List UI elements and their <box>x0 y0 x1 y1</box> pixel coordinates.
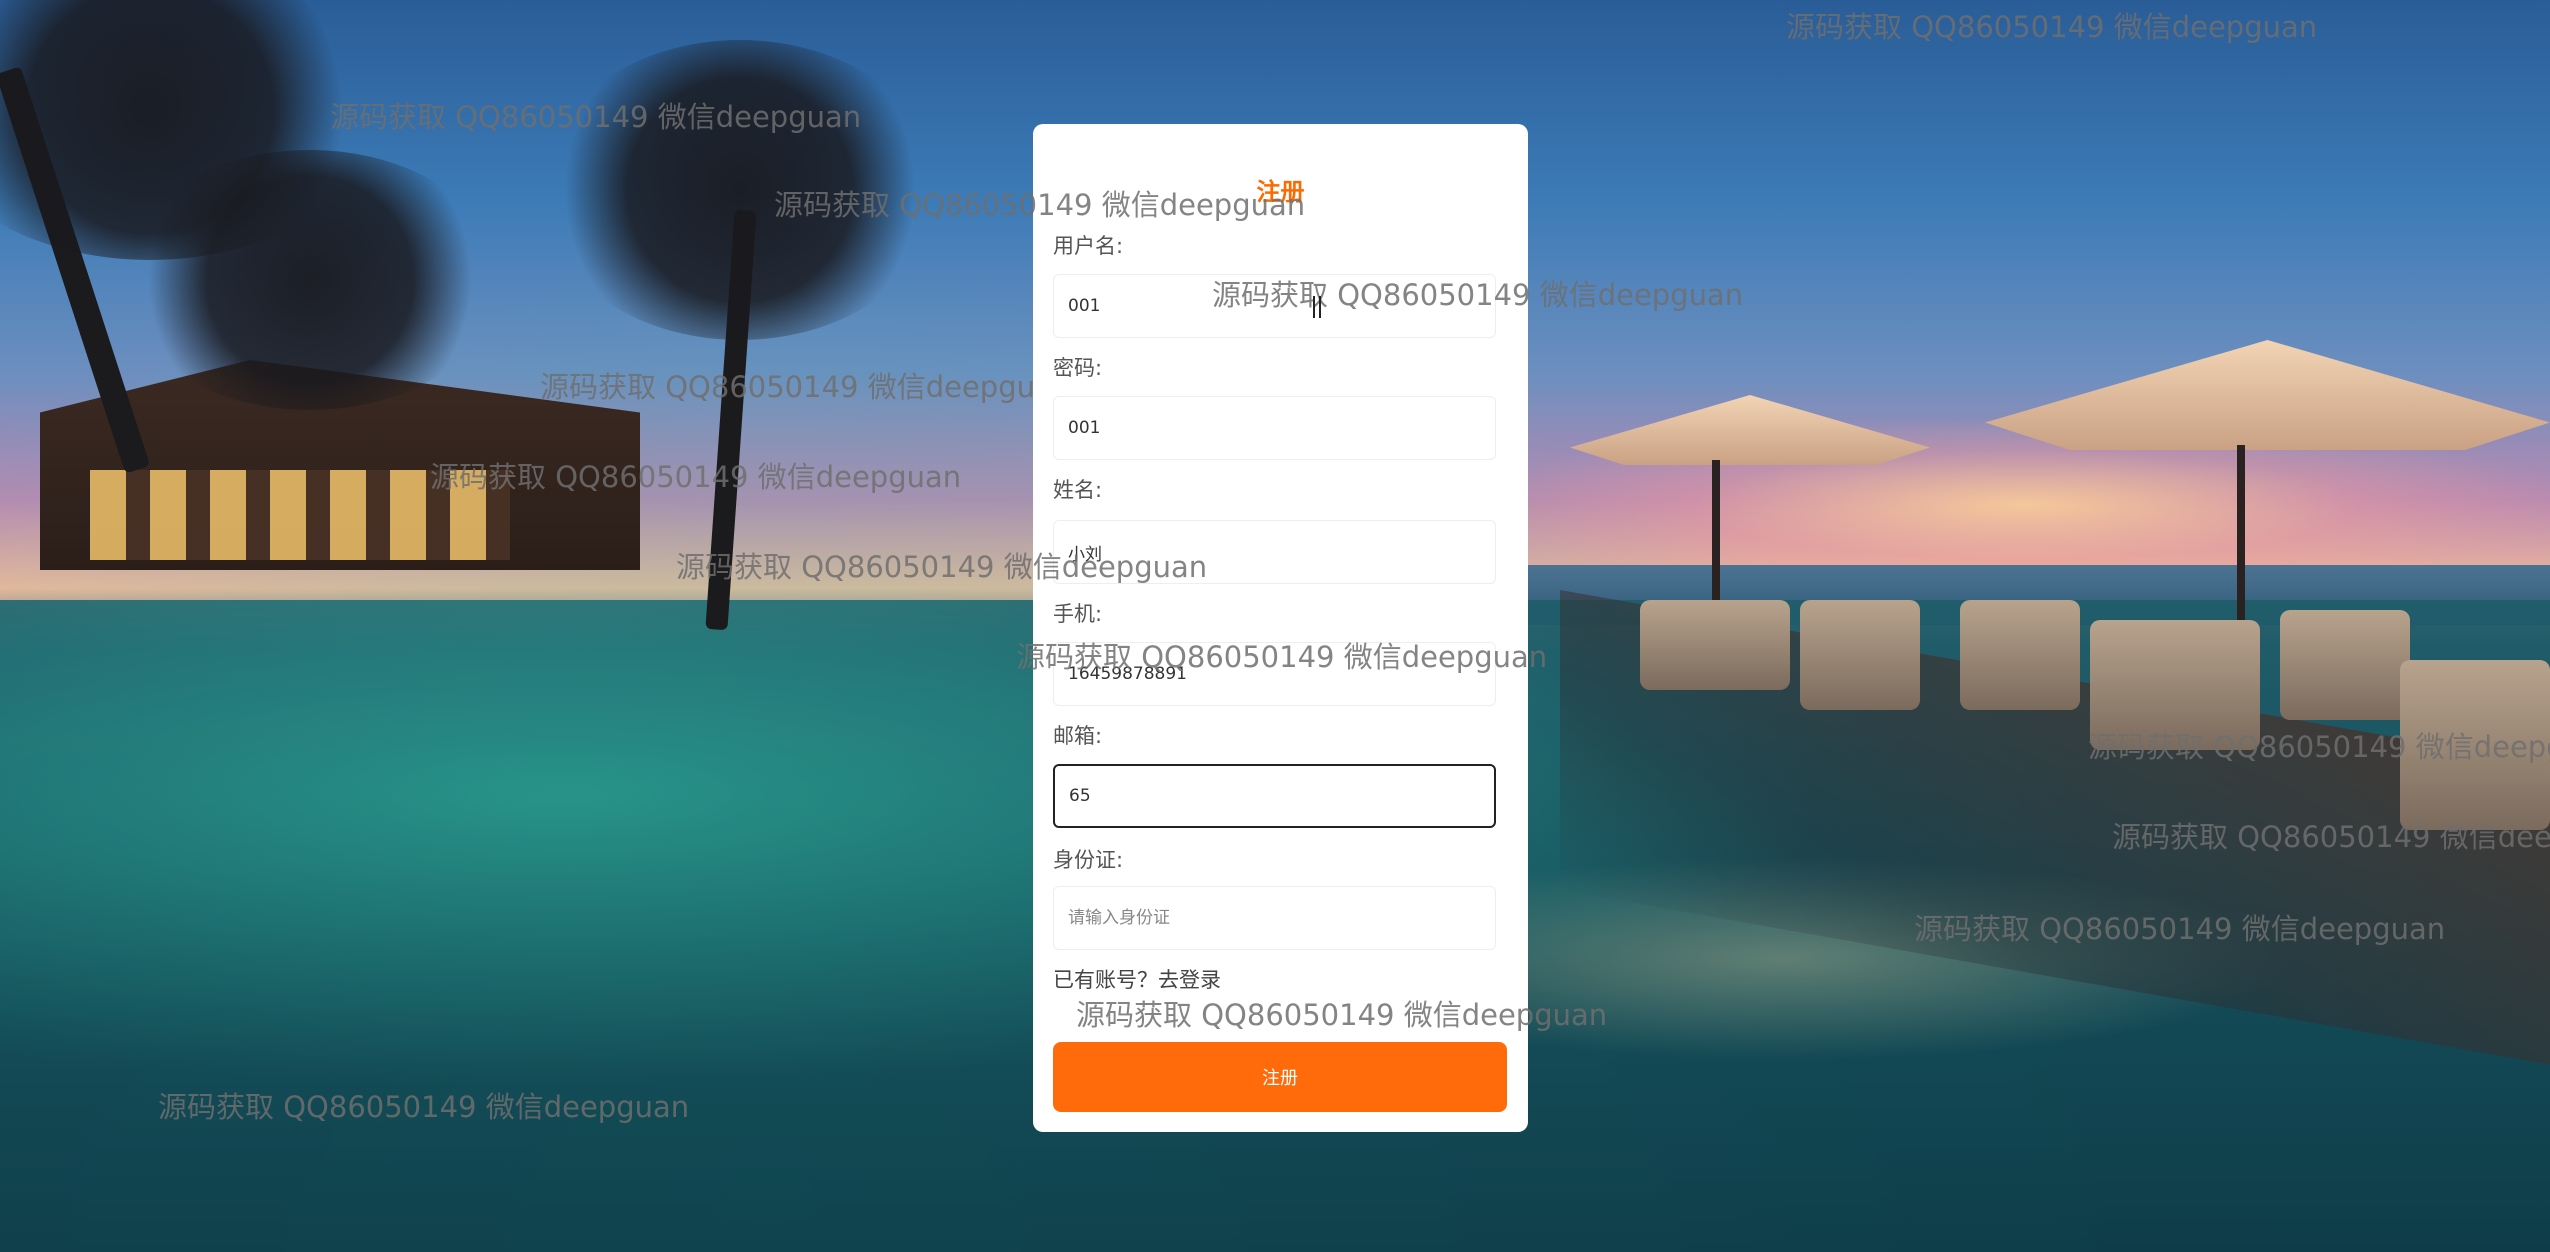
username-label: 用户名: <box>1053 234 1124 258</box>
register-button[interactable]: 注册 <box>1053 1042 1507 1112</box>
id-card-label: 身份证: <box>1053 848 1124 872</box>
palm-crown <box>540 40 940 340</box>
chair <box>1640 600 1790 690</box>
name-input[interactable] <box>1053 520 1496 584</box>
text-cursor-icon <box>1313 296 1321 318</box>
chair <box>1960 600 2080 710</box>
register-card: 注册 用户名: 密码: 姓名: 手机: 邮箱: 身份证: 已有账号？去登录 注册 <box>1033 124 1528 1132</box>
id-card-input[interactable] <box>1053 886 1496 950</box>
watermark-text: 源码获取 QQ86050149 微信deepguan <box>540 370 1072 404</box>
password-label: 密码: <box>1053 356 1103 380</box>
background-scene: 源码获取 QQ86050149 微信deepguan 源码获取 QQ860501… <box>0 0 2550 1252</box>
name-label: 姓名: <box>1053 478 1103 502</box>
phone-input[interactable] <box>1053 642 1496 706</box>
chair <box>2090 620 2260 750</box>
chair <box>2280 610 2410 720</box>
umbrella <box>1985 340 2550 450</box>
palm-crown <box>120 150 500 410</box>
page-title: 注册 <box>1256 178 1305 206</box>
password-input[interactable] <box>1053 396 1496 460</box>
umbrella-pole <box>2237 445 2245 645</box>
house-lights <box>90 470 510 560</box>
phone-label: 手机: <box>1053 602 1103 626</box>
watermark-text: 源码获取 QQ86050149 微信deepguan <box>1786 10 2318 44</box>
username-input[interactable] <box>1053 274 1496 338</box>
chair <box>1800 600 1920 710</box>
login-link[interactable]: 已有账号？去登录 <box>1053 964 1221 994</box>
email-label: 邮箱: <box>1053 724 1103 748</box>
chair <box>2400 660 2550 830</box>
email-input[interactable] <box>1053 764 1496 828</box>
